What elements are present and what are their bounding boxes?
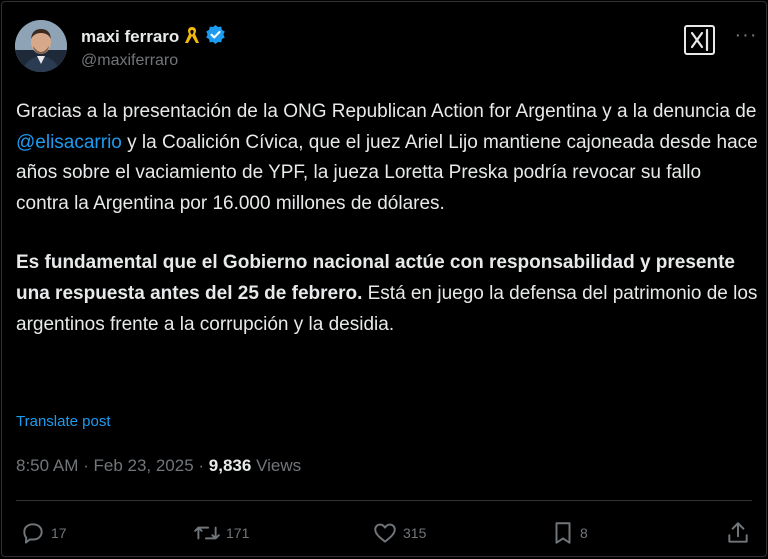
verified-badge-icon [205, 24, 226, 50]
mention-link[interactable]: @elisacarrio [16, 132, 122, 153]
yellow-ribbon-icon [183, 25, 201, 50]
tweet-text: Gracias a la presentación de la ONG Repu… [16, 97, 758, 340]
tweet-text-segment: Gracias a la presentación de la ONG Repu… [16, 101, 757, 122]
translate-post-link[interactable]: Translate post [16, 413, 111, 430]
reply-icon [20, 520, 46, 546]
more-icon[interactable]: ··· [733, 25, 759, 51]
post-date[interactable]: Feb 23, 2025 [93, 456, 193, 476]
share-icon [725, 520, 751, 546]
views-count: 9,836 [208, 456, 252, 475]
like-count: 315 [403, 525, 427, 541]
tweet-card: maxi ferraro @maxiferraro ··· Gracias a … [1, 1, 767, 557]
reply-count: 17 [51, 525, 67, 541]
reply-button[interactable]: 17 [20, 518, 67, 548]
meta-separator: · [78, 456, 94, 475]
tweet-paragraph-1: Gracias a la presentación de la ONG Repu… [16, 97, 758, 219]
meta-separator: · [193, 456, 209, 475]
repost-icon [193, 520, 221, 546]
repost-count: 171 [226, 525, 250, 541]
avatar[interactable] [15, 20, 67, 72]
like-button[interactable]: 315 [372, 518, 426, 548]
repost-button[interactable]: 171 [193, 518, 249, 548]
bookmark-icon [551, 520, 575, 546]
views-label: Views [251, 456, 302, 475]
bookmark-button[interactable]: 8 [551, 518, 588, 548]
tweet-meta: 8:50 AM · Feb 23, 2025 · 9,836 Views [16, 456, 301, 476]
bookmark-count: 8 [580, 525, 588, 541]
divider [16, 500, 752, 501]
author-handle[interactable]: @maxiferraro [81, 52, 178, 70]
post-time[interactable]: 8:50 AM [16, 456, 78, 476]
grok-icon[interactable] [682, 23, 720, 57]
like-icon [372, 520, 398, 546]
tweet-paragraph-2: Es fundamental que el Gobierno nacional … [16, 248, 758, 340]
author-name[interactable]: maxi ferraro [81, 27, 179, 47]
tweet-text-segment: y la Coalición Cívica, que el juez Ariel… [16, 131, 758, 214]
author-row: maxi ferraro [81, 24, 226, 50]
share-button[interactable] [725, 518, 751, 548]
